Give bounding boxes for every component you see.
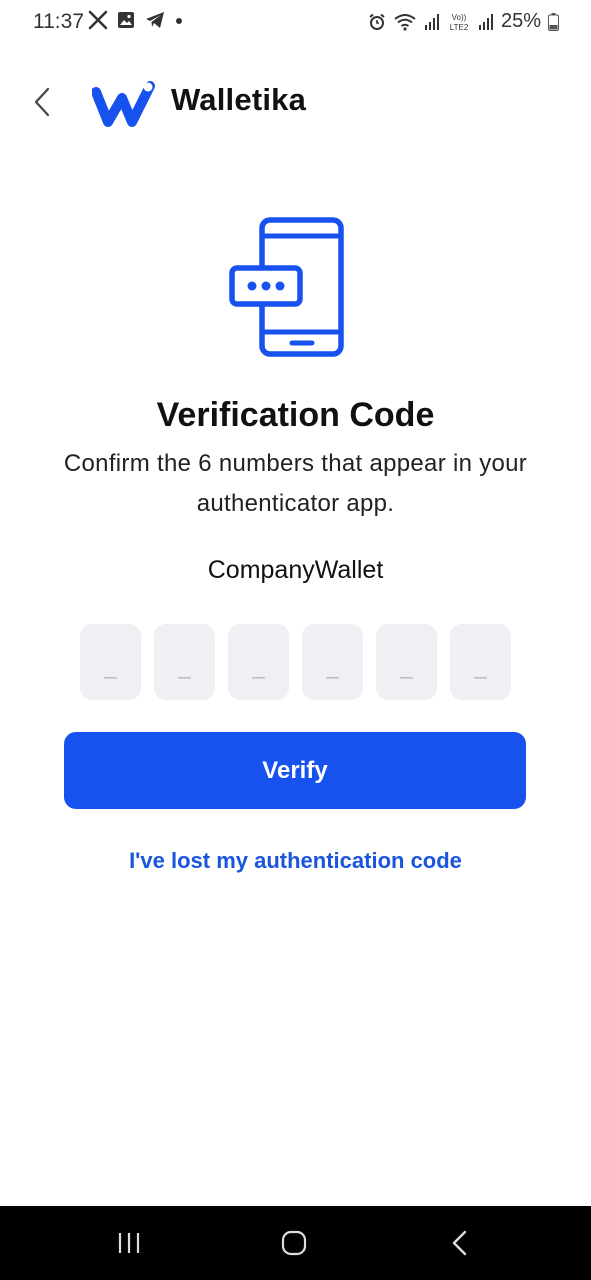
back-button[interactable] bbox=[22, 80, 62, 124]
svg-text:Vo)): Vo)) bbox=[452, 13, 467, 22]
chevron-left-icon bbox=[34, 87, 50, 117]
code-digit-6[interactable]: _ bbox=[450, 624, 511, 700]
gallery-icon bbox=[118, 12, 134, 28]
walletika-logo-icon bbox=[92, 81, 155, 127]
notification-icons bbox=[88, 10, 184, 30]
battery-percent: 25% bbox=[500, 10, 541, 32]
code-digit-3[interactable]: _ bbox=[228, 624, 289, 700]
lost-code-link[interactable]: I've lost my authentication code bbox=[0, 848, 591, 874]
code-placeholder: _ bbox=[252, 654, 265, 679]
svg-text:LTE2: LTE2 bbox=[450, 23, 469, 32]
code-digit-2[interactable]: _ bbox=[154, 624, 215, 700]
dot-icon bbox=[176, 18, 182, 24]
signal-2-icon bbox=[478, 13, 493, 30]
code-placeholder: _ bbox=[326, 654, 339, 679]
code-placeholder: _ bbox=[178, 654, 191, 679]
account-name: CompanyWallet bbox=[207, 556, 384, 584]
page-subtitle: Confirm the 6 numbers that appear in you… bbox=[63, 450, 528, 517]
alarm-icon bbox=[369, 13, 385, 30]
x-app-icon bbox=[88, 10, 108, 30]
code-digit-4[interactable]: _ bbox=[302, 624, 363, 700]
status-time: 11:37 bbox=[33, 10, 84, 33]
code-digit-5[interactable]: _ bbox=[376, 624, 437, 700]
app-header: Walletika bbox=[0, 62, 591, 142]
code-input-row: _ _ _ _ _ _ bbox=[80, 624, 511, 700]
verify-button[interactable]: Verify bbox=[64, 732, 526, 809]
system-icons: Vo)) LTE2 25% bbox=[368, 10, 559, 33]
code-placeholder: _ bbox=[104, 654, 117, 679]
system-nav-bar bbox=[0, 1206, 591, 1280]
nav-back-icon[interactable] bbox=[450, 1230, 470, 1256]
code-digit-1[interactable]: _ bbox=[80, 624, 141, 700]
signal-icon bbox=[424, 13, 439, 30]
page-title: Verification Code bbox=[156, 396, 435, 434]
wifi-icon bbox=[394, 13, 416, 31]
recent-apps-icon[interactable] bbox=[116, 1231, 142, 1255]
brand-name: Walletika bbox=[171, 82, 307, 117]
code-placeholder: _ bbox=[400, 654, 413, 679]
volte-lte2-icon: Vo))LTE2 bbox=[450, 13, 469, 32]
home-icon[interactable] bbox=[281, 1230, 307, 1256]
battery-icon bbox=[548, 12, 559, 31]
code-placeholder: _ bbox=[474, 654, 487, 679]
telegram-icon bbox=[146, 12, 164, 28]
status-bar: 11:37 Vo)) LTE2 25% bbox=[0, 0, 591, 46]
phone-message-icon bbox=[229, 217, 344, 357]
